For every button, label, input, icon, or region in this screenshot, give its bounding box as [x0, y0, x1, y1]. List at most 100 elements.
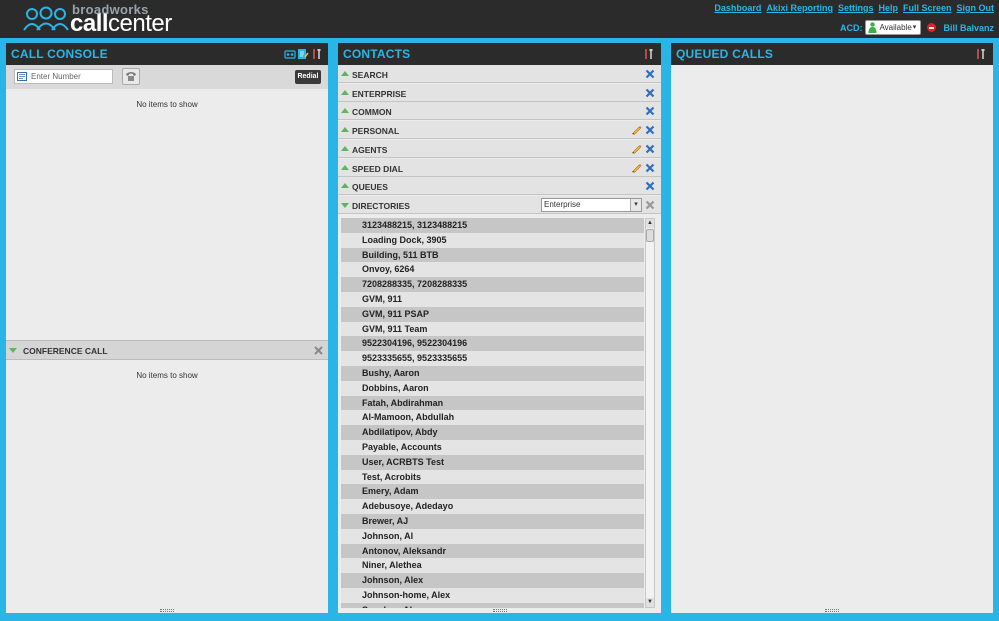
group-personal[interactable]: PERSONAL — [338, 121, 661, 140]
logo-product-text: callcenter — [70, 10, 172, 38]
directory-entry[interactable]: GVM, 911 Team — [341, 321, 644, 337]
directory-entry[interactable]: Building, 511 BTB — [341, 247, 644, 263]
collapse-arrow-icon[interactable] — [341, 203, 349, 208]
call-center-app: broadworks callcenter Dashboard Akixi Re… — [0, 0, 999, 621]
group-personal-label: PERSONAL — [352, 126, 400, 137]
group-enterprise[interactable]: ENTERPRISE — [338, 83, 661, 102]
expand-arrow-icon[interactable] — [341, 127, 349, 133]
group-queues[interactable]: QUEUES — [338, 177, 661, 196]
directory-entry[interactable]: 9523335655, 9523335655 — [341, 351, 644, 366]
chevron-down-icon: ▾ — [630, 199, 641, 211]
directory-entry[interactable]: Abdilatipov, Abdy — [341, 425, 644, 440]
resize-grip[interactable] — [825, 609, 839, 612]
directory-entry[interactable]: Al-Mamoon, Abdullah — [341, 410, 644, 426]
call-console-title: CALL CONSOLE — [6, 43, 328, 65]
expand-arrow-icon[interactable] — [341, 164, 349, 170]
tools-icon[interactable] — [644, 48, 654, 60]
close-icon[interactable] — [645, 163, 655, 173]
call-console-title-text: CALL CONSOLE — [11, 47, 108, 61]
group-common[interactable]: COMMON — [338, 102, 661, 121]
directory-entry[interactable]: Adebusoye, Adedayo — [341, 499, 644, 514]
close-icon[interactable] — [645, 181, 655, 191]
nav-help-link[interactable]: Help — [878, 3, 898, 13]
directory-entry[interactable]: Johnson-home, Alex — [341, 587, 644, 603]
queued-calls-panel: QUEUED CALLS — [671, 43, 993, 613]
expand-arrow-icon[interactable] — [341, 108, 349, 114]
directory-entry[interactable]: 9522304196, 9522304196 — [341, 336, 644, 352]
directory-entry[interactable]: 3123488215, 3123488215 — [341, 218, 644, 233]
top-nav: Dashboard Akixi Reporting Settings Help … — [714, 3, 994, 13]
expand-arrow-icon[interactable] — [341, 71, 349, 76]
nav-dashboard-link[interactable]: Dashboard — [714, 3, 761, 13]
resize-grip[interactable] — [492, 609, 507, 612]
scroll-up-arrow-icon[interactable]: ▲ — [646, 219, 654, 228]
directory-entry[interactable]: Sanchez, Alex — [341, 602, 644, 608]
nav-sign-out-link[interactable]: Sign Out — [957, 3, 995, 13]
close-icon[interactable] — [645, 106, 655, 116]
directory-entry[interactable]: Johnson, Alex — [341, 573, 644, 588]
expand-arrow-icon[interactable] — [341, 89, 349, 95]
expand-arrow-icon[interactable] — [341, 183, 349, 189]
collapse-arrow-icon[interactable] — [9, 348, 17, 353]
group-search[interactable]: SEARCH — [338, 65, 661, 83]
notepad-icon[interactable] — [297, 48, 309, 60]
conference-call-header[interactable]: CONFERENCE CALL — [6, 340, 328, 360]
directory-entry[interactable]: Niner, Alethea — [341, 558, 644, 574]
directory-entry[interactable]: Payable, Accounts — [341, 439, 644, 455]
redial-button[interactable]: Redial — [295, 70, 321, 84]
resize-grip[interactable] — [160, 609, 174, 612]
conference-call-title: CONFERENCE CALL — [23, 346, 108, 356]
conference-icon[interactable] — [284, 48, 296, 60]
directory-entry[interactable]: Test, Acrobits — [341, 469, 644, 485]
logo-product-light: center — [108, 10, 172, 37]
directory-entry[interactable]: User, ACRBTS Test — [341, 454, 644, 470]
user-name[interactable]: Bill Balvanz — [943, 23, 994, 33]
close-icon[interactable] — [645, 144, 655, 154]
directory-entry[interactable]: Dobbins, Aaron — [341, 380, 644, 396]
directory-entry[interactable]: Fatah, Abdirahman — [341, 395, 644, 411]
close-icon[interactable] — [645, 88, 655, 98]
directory-entry[interactable]: Johnson, Al — [341, 528, 644, 544]
group-search-label: SEARCH — [352, 70, 388, 80]
group-speed-dial[interactable]: SPEED DIAL — [338, 158, 661, 177]
directory-entry[interactable]: GVM, 911 PSAP — [341, 306, 644, 322]
close-icon[interactable] — [645, 69, 655, 79]
scroll-thumb[interactable] — [646, 229, 654, 242]
enter-number-input[interactable]: Enter Number — [14, 69, 113, 84]
do-not-disturb-icon[interactable] — [927, 23, 937, 32]
nav-settings-link[interactable]: Settings — [838, 3, 874, 13]
pencil-icon[interactable] — [631, 162, 642, 173]
directory-entry[interactable]: Emery, Adam — [341, 484, 644, 500]
acd-status-select[interactable]: Available ▾ — [865, 20, 922, 35]
directory-entry[interactable]: Bushy, Aaron — [341, 365, 644, 381]
expand-arrow-icon[interactable] — [341, 145, 349, 151]
directory-list: 3123488215, 3123488215 Loading Dock, 3905… — [341, 218, 644, 608]
group-enterprise-label: ENTERPRISE — [352, 88, 407, 99]
close-icon[interactable] — [645, 125, 655, 135]
close-icon[interactable] — [645, 200, 655, 210]
directory-entry[interactable]: Brewer, AJ — [341, 513, 644, 529]
pencil-icon[interactable] — [631, 143, 642, 154]
group-agents[interactable]: AGENTS — [338, 139, 661, 158]
address-book-icon[interactable] — [17, 72, 27, 81]
contacts-panel: CONTACTS SEARCH ENTERPRISE COMMON PERSONAL A… — [338, 43, 661, 613]
directory-select[interactable]: Enterprise ▾ — [541, 198, 642, 212]
nav-full-screen-link[interactable]: Full Screen — [903, 3, 952, 13]
pencil-icon[interactable] — [631, 124, 642, 135]
directory-entry[interactable]: Loading Dock, 3905 — [341, 232, 644, 248]
tools-icon[interactable] — [312, 48, 322, 60]
group-directories[interactable]: DIRECTORIES Enterprise ▾ — [338, 196, 661, 214]
dial-button[interactable] — [122, 68, 140, 85]
directory-scrollbar[interactable]: ▲ ▼ — [645, 218, 655, 608]
directory-entry[interactable]: Onvoy, 6264 — [341, 262, 644, 278]
group-common-label: COMMON — [352, 107, 392, 118]
directory-entry[interactable]: GVM, 911 — [341, 291, 644, 307]
directory-entry[interactable]: 7208288335, 7208288335 — [341, 277, 644, 292]
close-icon[interactable] — [314, 346, 323, 355]
directory-entry[interactable]: Antonov, Aleksandr — [341, 543, 644, 559]
top-header: broadworks callcenter Dashboard Akixi Re… — [0, 0, 999, 38]
group-directories-label: DIRECTORIES — [352, 201, 410, 211]
tools-icon[interactable] — [976, 48, 986, 60]
scroll-down-arrow-icon[interactable]: ▼ — [646, 598, 654, 607]
nav-akixi-reporting-link[interactable]: Akixi Reporting — [766, 3, 833, 13]
